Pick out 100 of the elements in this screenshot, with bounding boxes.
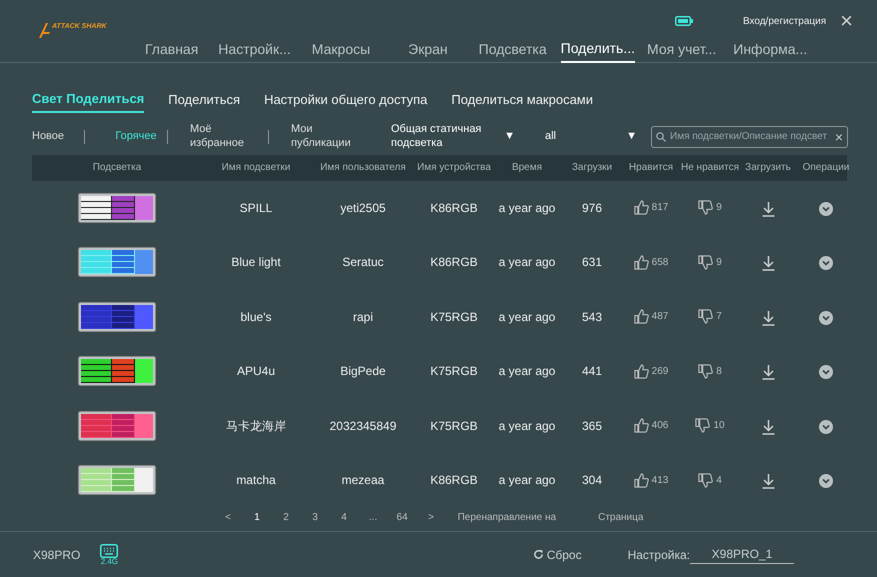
thumbs-up-icon[interactable] — [634, 309, 649, 324]
table-cell: 976 — [582, 200, 602, 215]
like-count: 487 — [652, 310, 668, 324]
table-cell: mezeaa — [342, 473, 384, 488]
chevron-down-icon[interactable] — [819, 256, 833, 270]
page-label: Страница — [598, 511, 644, 525]
dislike-count: 8 — [716, 364, 722, 379]
table-cell: Blue light — [231, 255, 281, 270]
close-button[interactable]: × — [840, 10, 853, 32]
nav-tab[interactable]: Главная — [145, 36, 198, 63]
search-field[interactable]: Имя подсветки/Описание подсвет × — [651, 126, 848, 148]
page-button[interactable]: 1 — [242, 510, 272, 525]
table-cell: BigPede — [340, 364, 386, 378]
nav-tab[interactable]: Моя учет... — [647, 36, 716, 63]
nav-tab[interactable]: Информа... — [733, 36, 808, 63]
nav-tab[interactable]: Подсветка — [478, 36, 547, 63]
download-icon[interactable] — [762, 310, 774, 326]
table-cell: 365 — [582, 418, 602, 433]
keyboard-icon[interactable] — [100, 544, 118, 558]
chevron-down-icon[interactable] — [819, 310, 833, 325]
table-cell: a year ago — [498, 364, 556, 378]
filter-tab[interactable]: Мои публикации — [291, 123, 371, 150]
thumbs-down-icon[interactable] — [698, 364, 714, 379]
reset-button[interactable]: Сброс — [532, 546, 582, 564]
column-header: Не нравится — [680, 161, 740, 175]
thumbs-down-icon[interactable] — [698, 309, 714, 324]
dropdown[interactable]: all ▼ — [545, 130, 637, 144]
thumbs-up-icon[interactable] — [634, 364, 649, 379]
sub-tab[interactable]: Поделиться — [168, 89, 240, 112]
connection-label: 2.4G — [100, 558, 118, 566]
profile-label: Настройка: — [628, 546, 690, 564]
table-cell: yeti2505 — [340, 200, 386, 215]
thumbs-up-icon[interactable] — [634, 472, 649, 488]
chevron-down-icon[interactable] — [819, 365, 833, 380]
table-cell: a year ago — [498, 200, 556, 215]
page-button[interactable]: 64 — [388, 510, 417, 525]
next-page-button[interactable]: > — [416, 510, 446, 525]
table-cell: APU4u — [236, 364, 276, 378]
table-cell: 631 — [582, 255, 602, 270]
chevron-down-icon[interactable] — [819, 202, 833, 216]
table-cell: 2032345849 — [330, 418, 396, 433]
table-cell: 441 — [582, 364, 602, 378]
sub-tab[interactable]: Настройки общего доступа — [264, 89, 428, 112]
download-icon[interactable] — [762, 200, 774, 217]
table-cell: a year ago — [498, 473, 556, 488]
dropdown[interactable]: Общая статичная подсветка ▼ — [391, 123, 515, 150]
table-cell: K86RGB — [430, 473, 478, 488]
column-header: Загрузить — [744, 161, 792, 175]
column-header: Время — [510, 161, 544, 175]
chevron-down-icon[interactable] — [819, 420, 833, 434]
table-cell: 543 — [582, 310, 602, 324]
previous-page-button[interactable]: < — [214, 510, 243, 525]
table-cell: Seratuc — [342, 255, 384, 270]
page-button[interactable]: 4 — [330, 510, 359, 525]
filter-tab[interactable]: Новое — [32, 130, 84, 144]
login-link[interactable]: Вход/регистрация — [742, 14, 826, 28]
device-name: X98PRO — [33, 546, 80, 564]
thumbs-down-icon[interactable] — [698, 200, 714, 216]
chevron-down-icon[interactable] — [819, 474, 833, 488]
profile-field[interactable]: X98PRO_1 — [690, 545, 794, 564]
filter-tab[interactable]: Моё избранное — [190, 123, 268, 150]
thumbs-down-icon[interactable] — [698, 254, 714, 270]
nav-tab[interactable]: Экран — [408, 36, 448, 63]
goto-label: Перенаправление на — [458, 511, 556, 525]
clear-button[interactable]: × — [834, 130, 843, 144]
table-cell: a year ago — [498, 418, 556, 433]
thumbs-down-icon[interactable] — [695, 418, 710, 434]
thumbs-up-icon[interactable] — [634, 200, 649, 216]
download-icon[interactable] — [762, 473, 774, 490]
page-button[interactable]: ... — [358, 510, 388, 525]
page-button[interactable]: 3 — [300, 510, 330, 525]
thumbs-down-icon[interactable] — [698, 472, 714, 488]
page-button[interactable]: 2 — [272, 510, 301, 525]
like-count: 817 — [652, 201, 668, 216]
download-icon[interactable] — [762, 364, 774, 380]
dropdown-value: Общая статичная подсветка — [391, 123, 482, 150]
like-count: 269 — [652, 364, 668, 379]
thumbs-up-icon[interactable] — [634, 254, 649, 270]
sub-tab[interactable]: Свет Поделиться — [32, 89, 144, 112]
nav-tab[interactable]: Поделить... — [560, 36, 636, 63]
nav-tab[interactable]: Настройк... — [218, 36, 291, 63]
table-cell: K75RGB — [430, 418, 478, 433]
nav-tab[interactable]: Макросы — [312, 36, 370, 63]
table-cell: matcha — [236, 473, 276, 488]
table-cell: K75RGB — [430, 364, 478, 378]
column-header: Операции — [802, 161, 850, 175]
table-cell: K86RGB — [430, 200, 478, 215]
table-cell: 304 — [582, 473, 602, 488]
caret-icon: ▼ — [626, 130, 637, 144]
table-cell: a year ago — [498, 310, 556, 324]
column-header: Подсветка — [92, 161, 142, 175]
download-icon[interactable] — [762, 255, 774, 272]
thumbs-up-icon[interactable] — [634, 418, 649, 434]
sub-tab[interactable]: Поделиться макросами — [451, 89, 594, 112]
table-cell: SPILL — [240, 200, 272, 215]
download-icon[interactable] — [762, 418, 774, 435]
dislike-count: 9 — [716, 256, 722, 270]
like-count: 413 — [652, 474, 668, 488]
dislike-count: 9 — [716, 201, 722, 216]
filter-tab[interactable]: Горячее — [105, 130, 167, 144]
